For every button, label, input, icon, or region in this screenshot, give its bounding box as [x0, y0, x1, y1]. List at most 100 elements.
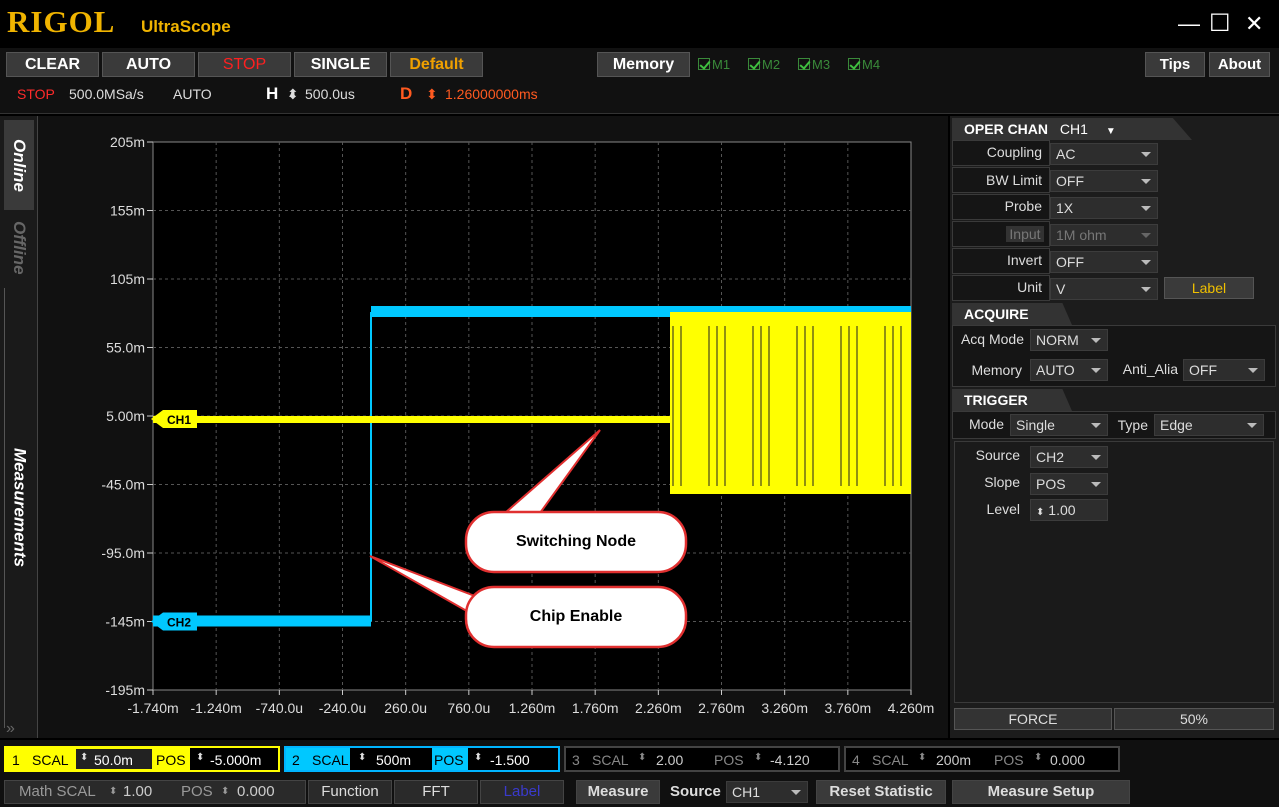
spin-icon: ⬍: [754, 752, 763, 763]
fft-button[interactable]: FFT: [394, 780, 478, 804]
invert-select[interactable]: OFF: [1050, 251, 1158, 273]
delay-value[interactable]: 1.26000000ms: [445, 86, 538, 102]
acq-mode-status: AUTO: [173, 86, 212, 102]
ch1-switching-burst: [670, 312, 911, 494]
ch2-settings[interactable]: 2 SCAL ⬍ 500m POS ⬍ -1.500: [284, 746, 560, 772]
measure-button[interactable]: Measure: [576, 780, 660, 804]
x-tick-label: -740.0u: [256, 700, 303, 716]
spin-icon: ⬍: [918, 752, 927, 763]
ch1-position[interactable]: -5.000m: [210, 752, 261, 768]
ch2-scal-label: SCAL: [312, 752, 349, 768]
channel-select[interactable]: CH1: [1060, 121, 1088, 137]
clear-button[interactable]: CLEAR: [6, 52, 99, 77]
ch1-scal-label: SCAL: [32, 752, 69, 768]
chevron-down-icon[interactable]: ▼: [1106, 126, 1116, 137]
chevron-down-icon: [1091, 368, 1101, 373]
function-button[interactable]: Function: [308, 780, 392, 804]
check-icon: [698, 58, 710, 70]
fifty-percent-button[interactable]: 50%: [1114, 708, 1274, 730]
reset-statistic-button[interactable]: Reset Statistic: [816, 780, 946, 804]
math-position[interactable]: 0.000: [237, 781, 275, 803]
m1-checkbox[interactable]: M1: [698, 57, 730, 72]
spin-icon: ⬍: [109, 786, 118, 797]
ch4-position[interactable]: 0.000: [1050, 752, 1085, 768]
ch4-number: 4: [852, 752, 860, 768]
stop-button[interactable]: STOP: [198, 52, 291, 77]
bw-limit-select[interactable]: OFF: [1050, 170, 1158, 192]
trigger-slope-select[interactable]: POS: [1030, 473, 1108, 495]
tips-button[interactable]: Tips: [1145, 52, 1205, 77]
switching-node-label: Switching Node: [516, 533, 636, 550]
expand-icon[interactable]: »: [6, 720, 15, 738]
ch2-position[interactable]: -1.500: [490, 752, 530, 768]
h-spin-icon[interactable]: ⬍: [287, 86, 299, 103]
check-icon: [798, 58, 810, 70]
ch4-settings[interactable]: 4 SCAL ⬍ 200m POS ⬍ 0.000: [844, 746, 1120, 772]
waveform-display[interactable]: 205m 155m 105m 55.0m 5.00m -45.0m -95.0m -145m -…: [38, 116, 948, 738]
measure-setup-button[interactable]: Measure Setup: [952, 780, 1130, 804]
m3-checkbox[interactable]: M3: [798, 57, 830, 72]
ch3-settings[interactable]: 3 SCAL ⬍ 2.00 POS ⬍ -4.120: [564, 746, 840, 772]
unit-select[interactable]: V: [1050, 278, 1158, 300]
label-button[interactable]: Label: [1164, 277, 1254, 299]
y-tick-label: 205m: [110, 134, 145, 150]
spin-icon: ⬍: [221, 786, 230, 797]
minimize-icon[interactable]: —: [1178, 13, 1200, 35]
auto-button[interactable]: AUTO: [102, 52, 195, 77]
check-icon: [748, 58, 760, 70]
anti-alias-select[interactable]: OFF: [1183, 359, 1265, 381]
tab-online[interactable]: Online: [4, 120, 34, 210]
spin-icon: ⬍: [1034, 752, 1043, 763]
acquire-header: ACQUIRE: [952, 303, 1278, 325]
measure-source-select[interactable]: CH1: [726, 781, 808, 803]
y-tick-label: 105m: [110, 271, 145, 287]
check-icon: [848, 58, 860, 70]
spin-icon: ⬍: [358, 752, 367, 763]
coupling-select[interactable]: AC: [1050, 143, 1158, 165]
run-state: STOP: [17, 86, 55, 102]
memory-button[interactable]: Memory: [597, 52, 690, 77]
sample-rate: 500.0MSa/s: [69, 86, 144, 102]
ch3-number: 3: [572, 752, 580, 768]
ch1-scale[interactable]: 50.0m: [94, 752, 133, 768]
maximize-icon[interactable]: ☐: [1209, 12, 1231, 36]
ch3-position[interactable]: -4.120: [770, 752, 810, 768]
ch4-scale[interactable]: 200m: [936, 752, 971, 768]
horizontal-scale[interactable]: 500.0us: [305, 86, 355, 102]
x-tick-label: -1.240m: [190, 700, 241, 716]
trigger-source-select[interactable]: CH2: [1030, 446, 1108, 468]
single-button[interactable]: SINGLE: [294, 52, 387, 77]
math-settings[interactable]: Math SCAL ⬍ 1.00 POS ⬍ 0.000: [4, 780, 306, 804]
chevron-down-icon: [1091, 482, 1101, 487]
chevron-down-icon: [1141, 287, 1151, 292]
x-tick-label: 1.260m: [509, 700, 556, 716]
trigger-type-label: Type: [1117, 417, 1148, 433]
ch1-settings[interactable]: 1 SCAL ⬍ ⬍ 50.0m POS ⬍ -5.000m: [4, 746, 280, 772]
trigger-type-select[interactable]: Edge: [1154, 414, 1264, 436]
close-icon[interactable]: ✕: [1245, 13, 1263, 35]
probe-select[interactable]: 1X: [1050, 197, 1158, 219]
about-button[interactable]: About: [1209, 52, 1270, 77]
memory-depth-select[interactable]: AUTO: [1030, 359, 1108, 381]
math-scale[interactable]: 1.00: [123, 781, 152, 803]
side-tabs: Online Offline Measurements: [0, 116, 38, 738]
oper-chan-header: OPER CHAN CH1 ▼: [952, 118, 1278, 140]
ch2-scale[interactable]: 500m: [376, 752, 411, 768]
chevron-down-icon: [1248, 368, 1258, 373]
trigger-mode-select[interactable]: Single: [1010, 414, 1108, 436]
d-spin-icon[interactable]: ⬍: [426, 86, 438, 103]
tab-offline[interactable]: Offline: [4, 212, 34, 284]
trigger-level-input[interactable]: ⬍ 1.00: [1030, 499, 1108, 521]
spin-icon: ⬍: [196, 752, 205, 763]
tab-measurements[interactable]: Measurements: [4, 288, 34, 728]
trigger-header: TRIGGER: [952, 389, 1278, 411]
ch3-scale[interactable]: 2.00: [656, 752, 683, 768]
m2-checkbox[interactable]: M2: [748, 57, 780, 72]
acq-mode-select[interactable]: NORM: [1030, 329, 1108, 351]
default-button[interactable]: Default: [390, 52, 483, 77]
m4-checkbox[interactable]: M4: [848, 57, 880, 72]
x-tick-label: 3.760m: [824, 700, 871, 716]
force-button[interactable]: FORCE: [954, 708, 1112, 730]
math-label-button[interactable]: Label: [480, 780, 564, 804]
ch2-number: 2: [292, 752, 300, 768]
